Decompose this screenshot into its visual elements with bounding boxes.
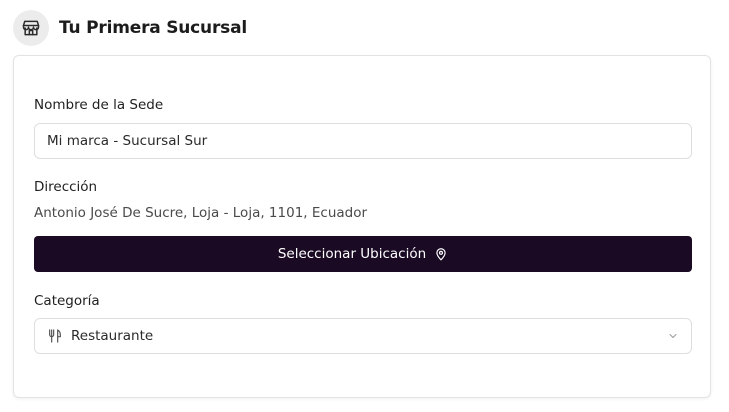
store-icon bbox=[13, 10, 49, 46]
page-header: Tu Primera Sucursal bbox=[13, 10, 247, 46]
chevron-down-icon bbox=[667, 330, 679, 342]
select-location-label: Seleccionar Ubicación bbox=[277, 246, 427, 262]
select-location-button[interactable]: Seleccionar Ubicación bbox=[34, 236, 692, 272]
branch-name-input[interactable]: Mi marca - Sucursal Sur bbox=[34, 123, 692, 159]
address-value: Antonio José De Sucre, Loja - Loja, 1101… bbox=[34, 205, 368, 221]
address-label: Dirección bbox=[34, 179, 98, 195]
branch-name-value: Mi marca - Sucursal Sur bbox=[47, 133, 208, 149]
category-selected-value: Restaurante bbox=[71, 328, 154, 344]
page-title: Tu Primera Sucursal bbox=[59, 18, 247, 38]
category-select[interactable]: Restaurante bbox=[34, 318, 692, 354]
category-label: Categoría bbox=[34, 293, 100, 309]
map-pin-icon bbox=[434, 247, 448, 261]
branch-form-card: Nombre de la Sede Mi marca - Sucursal Su… bbox=[13, 55, 711, 398]
utensils-icon bbox=[47, 328, 63, 344]
branch-name-label: Nombre de la Sede bbox=[34, 97, 164, 113]
